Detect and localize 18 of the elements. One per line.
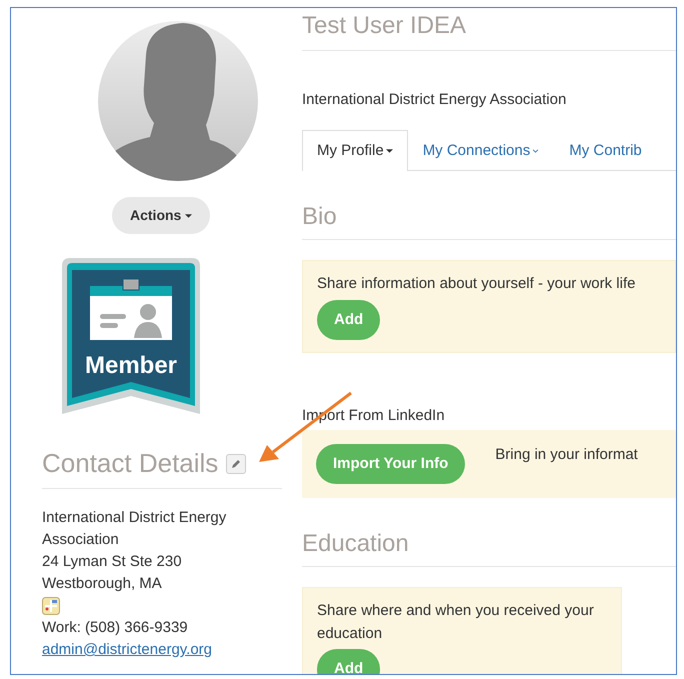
- address-line: International District Energy Association: [42, 508, 228, 550]
- tab[interactable]: My Contrib: [554, 130, 657, 171]
- section-heading: Contact Details: [42, 447, 218, 480]
- email-link[interactable]: admin@districtenergy.org: [42, 641, 212, 658]
- profile-name: Test User IDEA: [302, 8, 676, 51]
- tab[interactable]: My Profile: [302, 130, 408, 171]
- address-line: 24 Lyman St Ste 230: [42, 552, 183, 572]
- tab[interactable]: My Connections: [408, 130, 554, 171]
- badge-label: Member: [84, 351, 178, 381]
- phone-number: Work: (508) 366-9339: [42, 618, 189, 638]
- import-text: Bring in your informat: [495, 444, 638, 464]
- actions-button[interactable]: Actions: [112, 197, 210, 234]
- organization-name: International District Energy Association: [302, 90, 568, 110]
- section-heading: Education: [302, 526, 676, 567]
- section-heading: Bio: [302, 199, 676, 240]
- prompt-text: Share where and when you received your education: [317, 601, 595, 644]
- prompt-text: Share information about yourself - your work life: [317, 274, 636, 294]
- address-line: Westborough, MA: [42, 574, 163, 594]
